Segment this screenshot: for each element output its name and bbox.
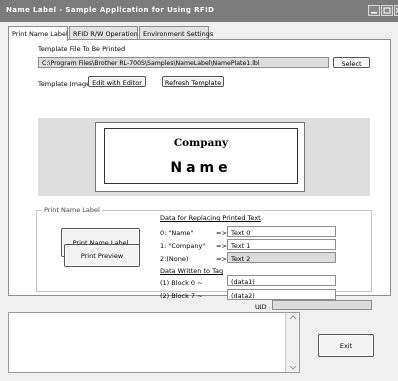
tab-print-name-label[interactable]: Print Name Label (8, 26, 68, 41)
minimize-button[interactable] (368, 5, 380, 16)
replace-key-0: 0: "Name" (160, 229, 194, 237)
select-button[interactable]: Select (333, 57, 370, 68)
exit-button[interactable]: Exit (318, 334, 374, 357)
replace-key-2: 2:(None) (160, 255, 189, 263)
tab-rfid-rw-operation[interactable]: RFID R/W Operation (69, 26, 138, 40)
template-path-field[interactable]: C:\Program Files\Brother RL-700S\Samples… (38, 57, 329, 68)
edit-with-editor-button[interactable]: Edit with Editor (88, 76, 146, 87)
text-2-input: Text 2 (227, 252, 336, 263)
log-area[interactable] (8, 312, 300, 373)
maximize-button[interactable] (381, 5, 393, 16)
uid-label: UID (255, 303, 267, 311)
uid-field (272, 300, 372, 310)
preview-name-text: Name (170, 160, 232, 176)
tag-heading: Data Written to Tag (160, 267, 224, 275)
minimize-icon (371, 12, 377, 14)
block-7-input[interactable]: (data2) (227, 289, 336, 300)
block-0-input[interactable]: (data1) (227, 275, 336, 286)
text-1-input[interactable]: Text 1 (227, 239, 336, 250)
replace-arrow-2: => (216, 255, 227, 263)
title-bar: Name Label - Sample Application for Usin… (0, 0, 398, 22)
preview-company-text: Company (173, 137, 229, 149)
close-button[interactable] (394, 5, 398, 16)
print-group-legend: Print Name Label (42, 206, 102, 214)
template-file-label: Template File To Be Printed (38, 45, 126, 53)
window-title: Name Label - Sample Application for Usin… (6, 6, 215, 14)
tab-environment-settings[interactable]: Environment Settings (139, 26, 213, 40)
print-preview-button[interactable]: Print Preview (64, 244, 140, 267)
text-0-input[interactable]: Text 0 (227, 226, 336, 237)
maximize-icon (383, 7, 391, 14)
tag-key-1: (1) Block 0 ~ (160, 279, 203, 287)
scroll-arrows-icon (289, 315, 297, 370)
replace-key-1: 1: "Company" (160, 242, 206, 250)
log-scrollbar[interactable] (285, 313, 299, 372)
template-image-label: Template Image (38, 80, 91, 88)
replace-arrow-1: => (216, 242, 227, 250)
tag-key-2: (2) Block 7 ~ (160, 292, 203, 300)
replace-heading: Data for Replacing Printed Text (160, 214, 261, 222)
refresh-template-button[interactable]: Refresh Template (162, 76, 224, 87)
replace-arrow-0: => (216, 229, 227, 237)
